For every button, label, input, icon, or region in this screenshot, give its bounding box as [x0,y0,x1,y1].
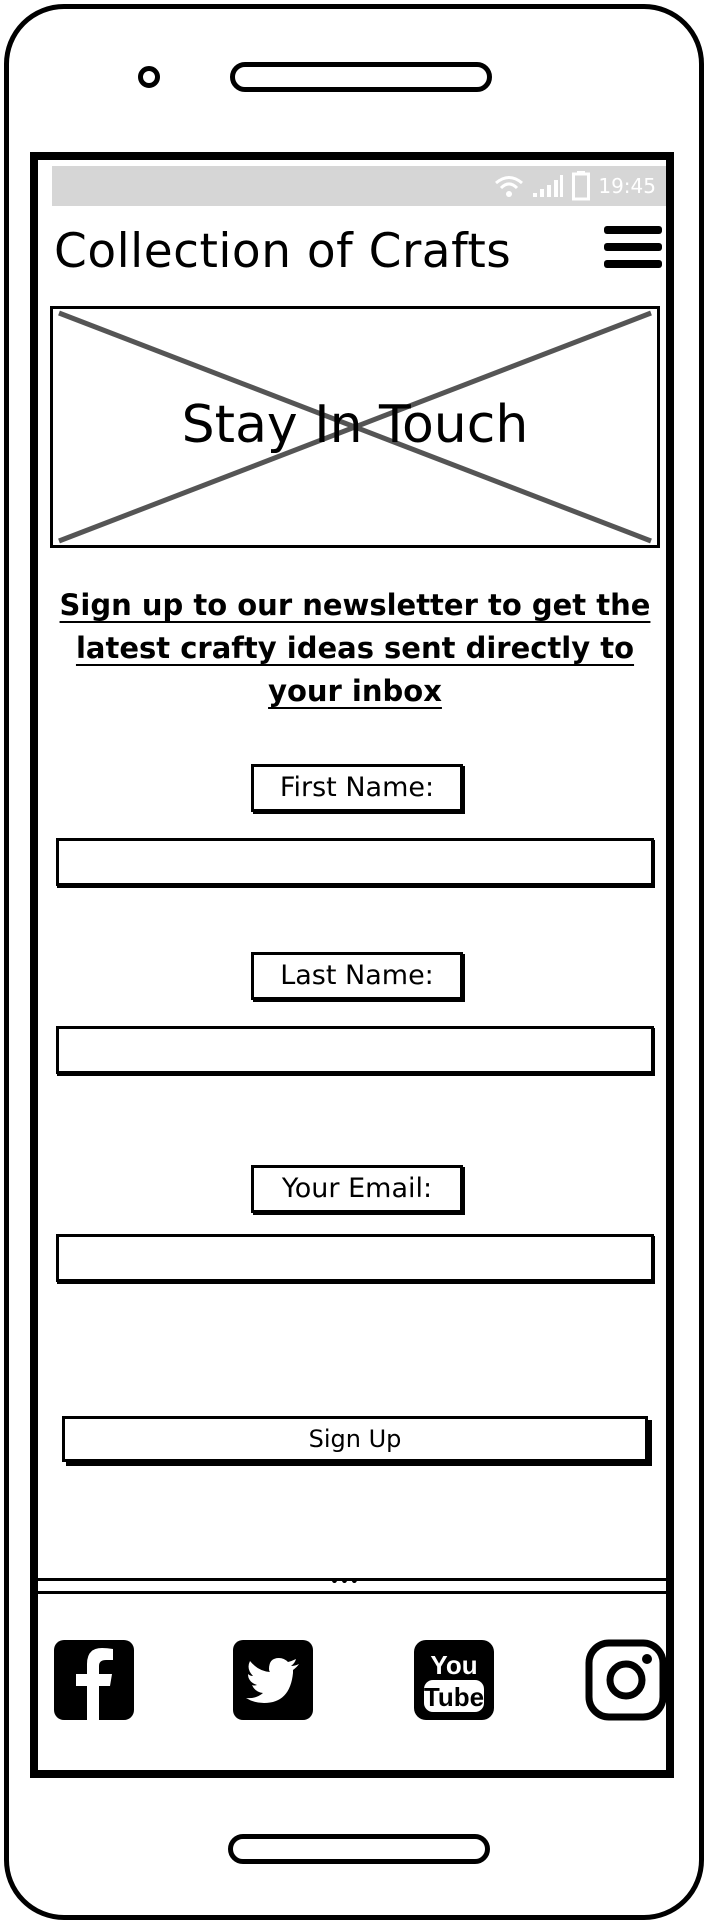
instagram-icon [585,1639,666,1721]
wifi-icon [495,176,524,197]
hamburger-menu-icon[interactable] [604,226,662,276]
twitter-icon [233,1640,313,1720]
instagram-link[interactable] [584,1638,666,1722]
twitter-link[interactable] [231,1638,315,1722]
last-name-label: Last Name: [251,952,463,1000]
facebook-link[interactable] [52,1638,136,1722]
footer-divider: ••• [38,1575,666,1594]
camera-icon [138,66,160,88]
sign-up-button[interactable]: Sign Up [62,1416,648,1462]
speaker-grille [230,62,492,92]
facebook-icon [54,1640,134,1720]
youtube-link[interactable]: You Tube [412,1638,496,1722]
status-bar: 19:45 [52,166,666,206]
status-time: 19:45 [598,174,656,198]
email-label: Your Email: [251,1165,463,1213]
first-name-input[interactable] [56,838,654,886]
hero-image-placeholder: Stay In Touch [50,306,660,548]
newsletter-intro: Sign up to our newsletter to get the lat… [59,588,651,708]
email-input[interactable] [56,1234,654,1282]
youtube-icon: You Tube [414,1640,494,1720]
last-name-input[interactable] [56,1026,654,1074]
app-title: Collection of Crafts [54,224,512,279]
home-button[interactable] [228,1834,490,1864]
svg-text:Tube: Tube [424,1682,484,1712]
battery-icon [572,171,591,201]
drag-handle-icon[interactable]: ••• [330,1575,360,1589]
first-name-label: First Name: [251,764,463,812]
signal-icon [533,175,564,197]
svg-text:You: You [430,1650,477,1680]
phone-screen: 19:45 Collection of Crafts Stay In Touch… [30,152,674,1778]
hero-title: Stay In Touch [181,395,529,455]
